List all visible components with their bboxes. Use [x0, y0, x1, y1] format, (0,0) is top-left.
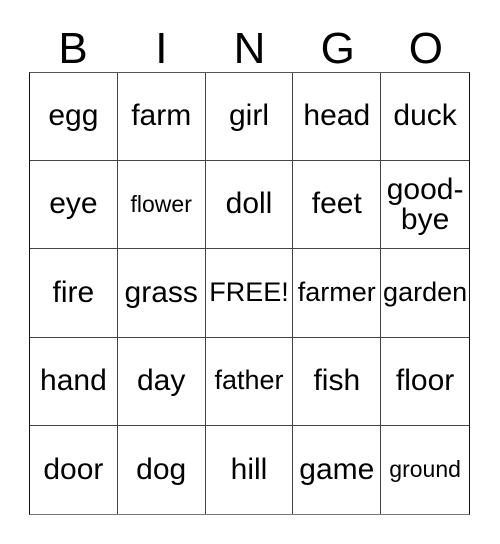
bingo-cell[interactable]: ground — [381, 425, 469, 514]
bingo-header-row: B I N G O — [29, 18, 470, 72]
bingo-cell[interactable]: game — [293, 425, 382, 514]
bingo-cell[interactable]: fish — [293, 337, 382, 426]
bingo-cell-label: girl — [228, 99, 269, 133]
bingo-cell[interactable]: fire — [30, 249, 118, 338]
bingo-cell-label: hill — [230, 452, 268, 486]
bingo-cell-label: farmer — [297, 277, 376, 308]
bingo-card: B I N G O egg farm girl head duck eye flower do… — [0, 0, 500, 544]
bingo-cell[interactable]: doll — [205, 161, 294, 250]
bingo-cell-label: father — [214, 365, 284, 396]
bingo-cell-label: hand — [40, 363, 107, 397]
bingo-cell-label: ground — [389, 456, 461, 483]
bingo-cell[interactable]: flower — [117, 161, 206, 250]
bingo-cell[interactable]: egg — [30, 73, 118, 162]
bingo-cell[interactable]: farmer — [293, 249, 382, 338]
bingo-cell-label: fire — [52, 275, 95, 309]
bingo-cell-label: garden — [383, 277, 468, 308]
bingo-cell-label: game — [299, 452, 375, 486]
bingo-grid: egg farm girl head duck eye flower doll feet good… — [29, 72, 470, 515]
bingo-cell[interactable]: door — [30, 425, 118, 514]
bingo-cell-label: day — [137, 363, 186, 397]
bingo-cell[interactable]: father — [205, 337, 294, 426]
bingo-cell[interactable]: girl — [205, 73, 294, 162]
bingo-cell[interactable]: eye — [30, 161, 118, 250]
bingo-cell-label: doll — [225, 187, 273, 221]
header-letter-o: O — [408, 24, 444, 73]
bingo-cell-label: eye — [49, 187, 98, 221]
bingo-cell[interactable]: garden — [381, 249, 469, 338]
bingo-cell-label: good-bye — [386, 172, 464, 236]
bingo-cell-label: duck — [393, 99, 457, 133]
bingo-cell[interactable]: duck — [381, 73, 469, 162]
bingo-cell-label: head — [303, 99, 371, 133]
header-letter-n: N — [233, 24, 266, 73]
bingo-cell-label: FREE! — [209, 277, 289, 308]
bingo-cell-label: fish — [313, 363, 361, 397]
bingo-cell[interactable]: hill — [205, 425, 294, 514]
bingo-cell-label: grass — [124, 275, 198, 309]
bingo-cell[interactable]: dog — [117, 425, 206, 514]
bingo-cell[interactable]: floor — [381, 337, 469, 426]
bingo-cell-label: floor — [395, 363, 455, 397]
bingo-cell[interactable]: feet — [293, 161, 382, 250]
bingo-cell-label: egg — [48, 99, 99, 133]
bingo-cell[interactable]: head — [293, 73, 382, 162]
bingo-cell-label: door — [43, 452, 104, 486]
bingo-cell[interactable]: grass — [117, 249, 206, 338]
header-letter-g: G — [320, 24, 355, 73]
bingo-cell-label: feet — [311, 187, 362, 221]
bingo-cell[interactable]: day — [117, 337, 206, 426]
bingo-cell-label: flower — [130, 191, 192, 218]
header-letter-b: B — [58, 24, 88, 73]
bingo-cell-label: farm — [131, 99, 192, 133]
bingo-cell[interactable]: good-bye — [381, 161, 469, 250]
bingo-cell[interactable]: farm — [117, 73, 206, 162]
bingo-cell[interactable]: hand — [30, 337, 118, 426]
header-letter-i: I — [155, 24, 168, 73]
bingo-free-cell[interactable]: FREE! — [205, 249, 294, 338]
bingo-cell-label: dog — [136, 452, 187, 486]
